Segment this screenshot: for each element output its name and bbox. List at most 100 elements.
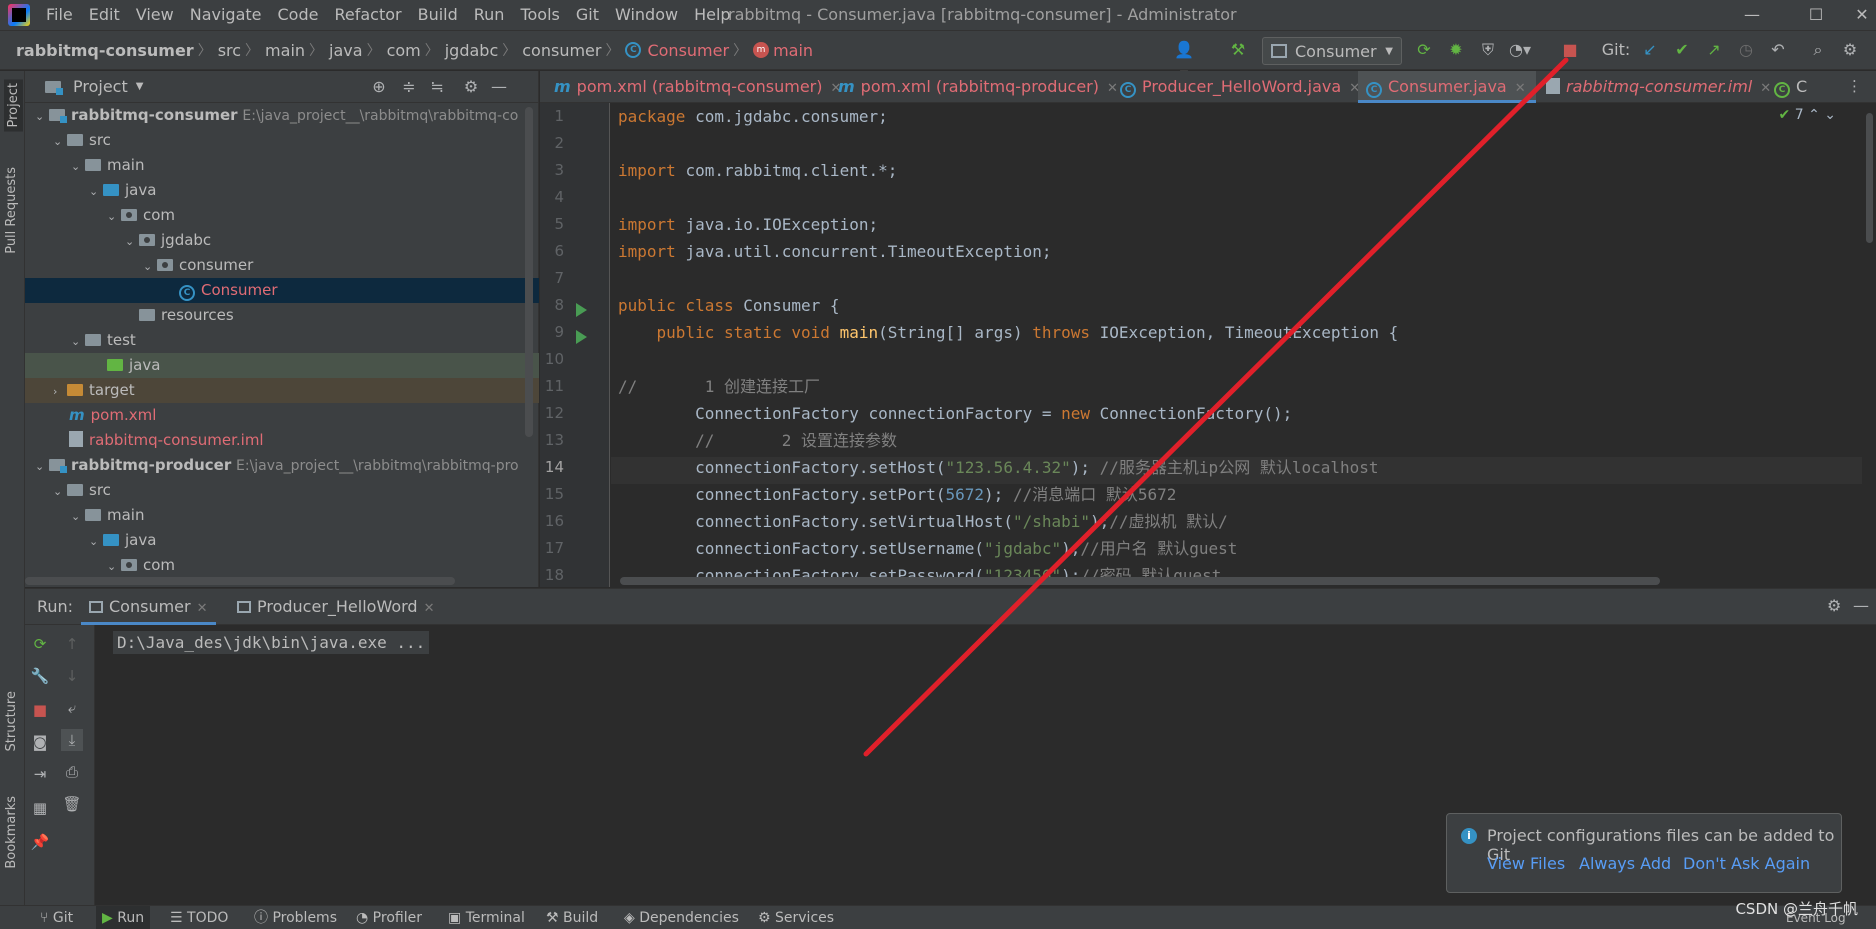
tool-tab-project[interactable]: Project (4, 79, 23, 132)
locate-icon[interactable]: ⊕ (369, 77, 389, 97)
more-tabs-icon[interactable]: ⋮ (1847, 77, 1862, 95)
status-tab-dependencies[interactable]: ◈ Dependencies (624, 906, 739, 929)
git-commit-icon[interactable]: ✔ (1670, 38, 1694, 62)
down-arrow-icon[interactable]: ↓ (61, 665, 83, 687)
run-tab-producer[interactable]: Producer_HelloWord ✕ (237, 589, 434, 625)
menu-build[interactable]: Build (410, 0, 466, 30)
editor-vscrollbar[interactable] (1862, 103, 1876, 587)
trash-icon[interactable]: 🗑 (61, 793, 83, 815)
run-tab-consumer[interactable]: Consumer ✕ (81, 589, 216, 625)
tool-tab-bookmarks[interactable]: Bookmarks (4, 796, 19, 869)
code-editor[interactable]: 1 2 3 4 5 6 7 8 9 10 11 12 13 14 15 16 1… (540, 103, 1876, 587)
run-settings-gear-icon[interactable]: ⚙ (1827, 596, 1841, 615)
hide-run-panel-icon[interactable]: — (1853, 596, 1869, 615)
tree-item-consumer-iml[interactable]: rabbitmq-consumer.iml (25, 428, 539, 453)
git-history-icon[interactable]: ◷ (1734, 38, 1758, 62)
tree-item-com[interactable]: ⌄ com (25, 203, 539, 228)
project-vscrollbar[interactable] (525, 107, 533, 437)
tree-item-producer-main[interactable]: ⌄ main (25, 503, 539, 528)
tree-item-rabbitmq-consumer[interactable]: ⌄ rabbitmq-consumer E:\java_project__\rab… (25, 103, 539, 128)
tree-item-rabbitmq-producer[interactable]: ⌄ rabbitmq-producer E:\java_project__\rab… (25, 453, 539, 478)
expand-all-icon[interactable]: ≑ (399, 77, 419, 97)
project-hscrollbar[interactable] (25, 577, 455, 585)
stop-icon[interactable]: ■ (1558, 38, 1582, 62)
inspection-widget[interactable]: ✔ 7 ⌃ ⌄ (1779, 107, 1836, 123)
git-update-icon[interactable]: ↙ (1638, 38, 1662, 62)
run-configuration-select[interactable]: Consumer ▼ (1262, 37, 1402, 65)
status-tab-profiler[interactable]: ◔ Profiler (356, 906, 422, 929)
tree-item-producer-com[interactable]: ⌄ com (25, 553, 539, 578)
git-push-icon[interactable]: ↗ (1702, 38, 1726, 62)
settings-gear-icon[interactable]: ⚙ (1838, 38, 1862, 62)
stop-icon[interactable]: ■ (29, 699, 51, 721)
breadcrumb-consumer-package[interactable]: consumer (516, 41, 605, 60)
status-tab-services[interactable]: ⚙ Services (758, 906, 834, 929)
debug-icon[interactable]: ✹ (1444, 38, 1468, 62)
tree-item-pom-xml[interactable]: m pom.xml (25, 403, 539, 428)
breadcrumb-java[interactable]: java (323, 41, 367, 60)
menu-edit[interactable]: Edit (81, 0, 128, 30)
tool-tab-structure[interactable]: Structure (4, 691, 19, 751)
pin-icon[interactable]: 📌 (29, 831, 51, 853)
status-tab-build[interactable]: ⚒ Build (546, 906, 598, 929)
tree-item-main[interactable]: ⌄ main (25, 153, 539, 178)
tab-pom-consumer[interactable]: m pom.xml (rabbitmq-consumer) ✕ (546, 71, 841, 103)
tree-item-src[interactable]: ⌄ src (25, 128, 539, 153)
run-class-icon[interactable] (576, 303, 587, 317)
close-window-button[interactable]: ✕ (1834, 0, 1876, 30)
camera-icon[interactable]: ◙ (29, 731, 51, 753)
editor-hscrollbar[interactable] (620, 577, 1660, 585)
menu-window[interactable]: Window (607, 0, 686, 30)
menu-navigate[interactable]: Navigate (182, 0, 270, 30)
soft-wrap-icon[interactable]: ⤶ (61, 697, 83, 719)
menu-view[interactable]: View (128, 0, 182, 30)
tree-item-consumer-package[interactable]: ⌄ consumer (25, 253, 539, 278)
tool-tab-pull-requests[interactable]: Pull Requests (4, 167, 19, 254)
up-arrow-icon[interactable]: ↑ (61, 633, 83, 655)
breadcrumb-project[interactable]: rabbitmq-consumer (0, 41, 198, 60)
tree-item-target[interactable]: › target (25, 378, 539, 403)
rerun-icon[interactable]: ⟳ (1412, 38, 1436, 62)
run-main-icon[interactable] (576, 330, 587, 344)
minimize-button[interactable]: — (1724, 0, 1780, 30)
menu-refactor[interactable]: Refactor (326, 0, 409, 30)
view-files-link[interactable]: View Files (1487, 854, 1565, 873)
tree-item-resources[interactable]: resources (25, 303, 539, 328)
always-add-link[interactable]: Always Add (1579, 854, 1671, 873)
tree-item-test-java[interactable]: java (25, 353, 539, 378)
console-output[interactable]: D:\Java_des\jdk\bin\java.exe ... (113, 625, 430, 654)
collapse-all-icon[interactable]: ≒ (427, 77, 447, 97)
status-tab-git[interactable]: ⑂ Git (40, 906, 73, 929)
tab-overflow[interactable]: CC (1766, 71, 1807, 103)
panel-settings-icon[interactable]: ⚙ (461, 77, 481, 97)
tree-item-producer-src[interactable]: ⌄ src (25, 478, 539, 503)
menu-file[interactable]: File (38, 0, 81, 30)
tab-consumer-iml[interactable]: rabbitmq-consumer.iml ✕ (1538, 71, 1771, 103)
menu-code[interactable]: Code (270, 0, 327, 30)
menu-git[interactable]: Git (568, 0, 607, 30)
status-tab-terminal[interactable]: ▣ Terminal (448, 906, 525, 929)
rerun-icon[interactable]: ⟳ (29, 633, 51, 655)
tree-item-producer-java[interactable]: ⌄ java (25, 528, 539, 553)
dont-ask-again-link[interactable]: Don't Ask Again (1683, 854, 1810, 873)
user-icon[interactable]: 👤▾ (1172, 38, 1196, 83)
menu-run[interactable]: Run (466, 0, 513, 30)
project-panel-title[interactable]: Project (73, 77, 128, 96)
status-tab-problems[interactable]: ⓘ Problems (254, 906, 337, 929)
tree-item-jgdabc[interactable]: ⌄ jgdabc (25, 228, 539, 253)
print-icon[interactable]: ⎙ (61, 761, 83, 783)
breadcrumb-consumer-class[interactable]: C Consumer (619, 41, 733, 60)
chevron-down-icon[interactable]: ▼ (136, 81, 144, 92)
breadcrumb-com[interactable]: com (381, 41, 425, 60)
wrench-icon[interactable]: 🔧 (29, 665, 51, 687)
tree-item-test[interactable]: ⌄ test (25, 328, 539, 353)
menu-tools[interactable]: Tools (512, 0, 567, 30)
breadcrumb-main-method[interactable]: m main (747, 41, 817, 60)
tree-item-java[interactable]: ⌄ java (25, 178, 539, 203)
tab-producer-helloword[interactable]: C Producer_HelloWord.java ✕ (1112, 71, 1360, 103)
profile-icon[interactable]: ◔▾ (1508, 38, 1532, 62)
build-hammer-icon[interactable]: ⚒ (1226, 38, 1250, 62)
coverage-icon[interactable]: ⛨ (1476, 38, 1500, 62)
exit-icon[interactable]: ⇥ (29, 763, 51, 785)
breadcrumb-jgdabc[interactable]: jgdabc (439, 41, 503, 60)
